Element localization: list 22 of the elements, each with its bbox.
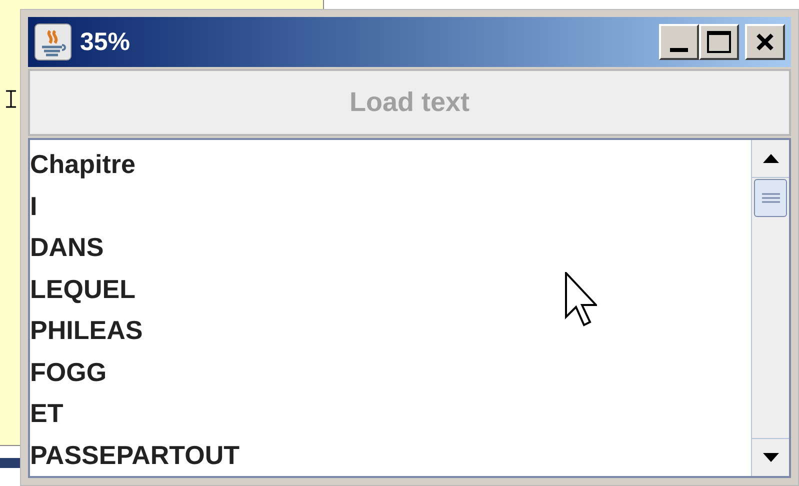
list-item[interactable]: FOGG <box>30 352 107 393</box>
minimize-button[interactable] <box>659 24 699 60</box>
list-item[interactable]: LEQUEL <box>30 268 136 310</box>
scroll-thumb[interactable] <box>754 179 787 217</box>
grip-icon <box>762 193 780 203</box>
list-item[interactable]: Chapitre <box>30 144 136 186</box>
coffee-cup-icon <box>34 23 72 61</box>
list-item[interactable]: PHILEAS <box>30 310 143 352</box>
text-cursor-icon <box>5 90 17 108</box>
close-button[interactable] <box>745 24 785 60</box>
maximize-icon <box>707 31 731 53</box>
mouse-pointer-icon <box>565 272 597 328</box>
down-arrow-icon <box>762 453 778 462</box>
list-item[interactable]: PASSEPARTOUT <box>30 434 240 476</box>
up-arrow-icon <box>762 154 778 163</box>
list-item[interactable]: DANS <box>30 227 104 268</box>
list-item[interactable]: ET <box>30 393 64 434</box>
list-item[interactable]: I <box>30 186 38 227</box>
maximize-button[interactable] <box>699 24 739 60</box>
window-title: 35% <box>80 30 130 54</box>
close-icon <box>755 32 775 52</box>
minimize-icon <box>670 48 688 52</box>
